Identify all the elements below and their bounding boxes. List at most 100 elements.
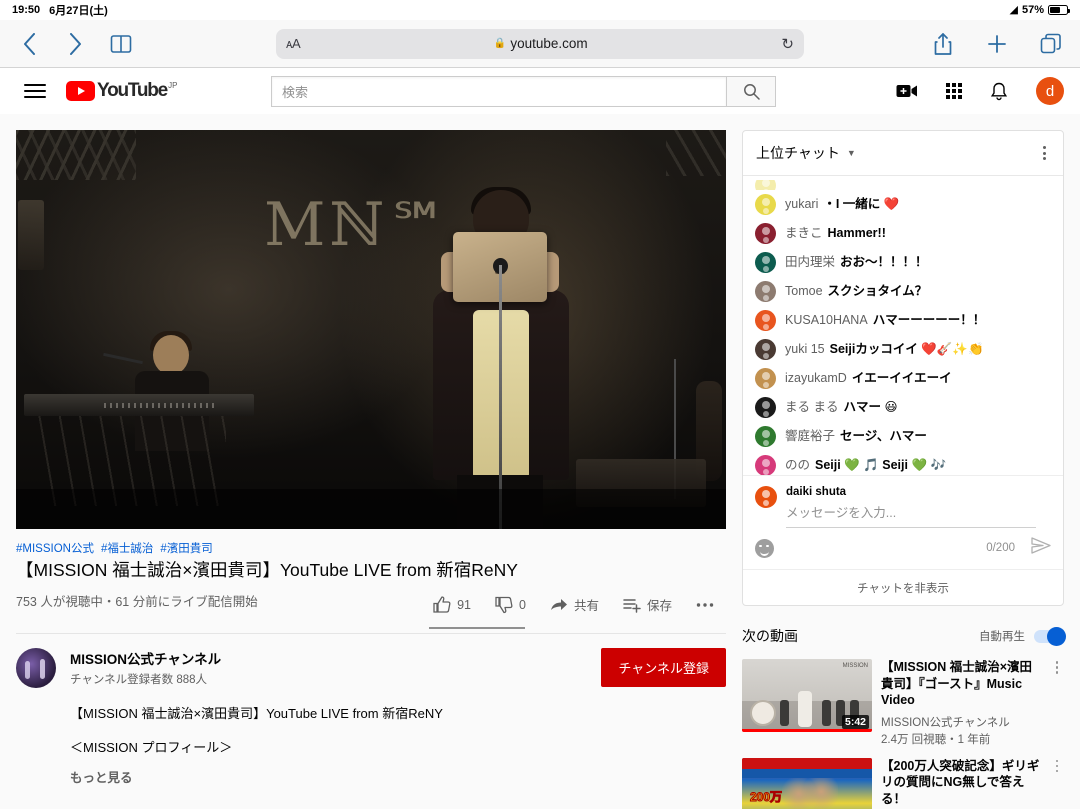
youtube-logo[interactable]: YouTube JP	[66, 81, 177, 101]
url-text: youtube.com	[510, 36, 588, 51]
wifi-icon: ◢	[1009, 3, 1018, 16]
more-actions-button[interactable]	[684, 591, 726, 619]
chat-message-body: スクショタイム？	[827, 283, 928, 298]
status-date: 6月27日(土)	[49, 5, 108, 17]
chat-author-name: Tomoe	[785, 283, 823, 298]
channel-avatar[interactable]	[16, 647, 56, 688]
plus-icon[interactable]	[984, 31, 1010, 57]
address-bar-center: 🔒 youtube.com	[300, 36, 781, 51]
chat-author-name: のの	[785, 457, 811, 472]
video-camera-icon[interactable]	[896, 83, 918, 99]
up-next-header: 次の動画 自動再生	[742, 624, 1066, 648]
thumbs-up-icon	[433, 596, 451, 613]
chat-message-text: 響庭裕子 セージ、ハマー	[785, 429, 927, 445]
channel-row: MISSION公式チャンネル チャンネル登録者数 888人 チャンネル登録	[16, 634, 726, 688]
book-icon[interactable]	[108, 31, 134, 57]
stage-speaker	[18, 200, 44, 270]
chat-author-avatar[interactable]	[755, 194, 776, 215]
video-action-buttons: 91 0 共有 保存	[421, 591, 726, 629]
chat-author-avatar[interactable]	[755, 426, 776, 447]
chat-author-avatar[interactable]	[755, 368, 776, 389]
chat-message-body: Seijiカッコイイ ❤️🎸✨👏	[829, 341, 984, 356]
hamburger-menu-icon[interactable]	[24, 84, 46, 98]
search-input[interactable]: 検索	[271, 75, 726, 107]
chat-author-name: 田内理栄	[785, 254, 836, 269]
avatar[interactable]: d	[1036, 77, 1064, 105]
chat-mode-label[interactable]: 上位チャット	[756, 143, 840, 163]
autoplay-toggle[interactable]	[1034, 626, 1066, 646]
chat-author-avatar[interactable]	[755, 455, 776, 475]
chat-message-text	[785, 180, 790, 190]
hashtag-0[interactable]: #MISSION公式	[16, 540, 94, 556]
hashtag-2[interactable]: #濱田貴司	[160, 540, 212, 556]
chat-author-avatar[interactable]	[755, 180, 776, 190]
chat-message-body: Hammer!!	[827, 225, 886, 240]
user-avatar[interactable]	[755, 486, 777, 508]
dislike-count: 0	[519, 597, 526, 612]
chat-author-avatar[interactable]	[755, 281, 776, 302]
chat-message-body: セージ、ハマー	[840, 428, 927, 443]
channel-subscriber-count: チャンネル登録者数 888人	[70, 673, 208, 686]
chevron-down-icon[interactable]: ▼	[847, 148, 856, 158]
chat-menu-icon[interactable]	[1039, 142, 1050, 164]
subscribe-button[interactable]: チャンネル登録	[601, 647, 726, 687]
list-item[interactable]: 200万 18:31 【200万人突破記念】ギリギリの質問にNG無しで答える！ …	[742, 757, 1064, 809]
chat-user-name: daiki shuta	[786, 486, 847, 498]
live-chat-header: 上位チャット ▼	[743, 131, 1063, 176]
emoji-smiley-icon[interactable]	[755, 538, 774, 558]
more-vertical-icon[interactable]	[1050, 659, 1064, 747]
address-bar[interactable]: ᴀA 🔒 youtube.com ↻	[276, 28, 804, 59]
search-button[interactable]	[726, 75, 776, 107]
share-label: 共有	[573, 599, 599, 614]
chat-author-avatar[interactable]	[755, 339, 776, 360]
chat-message-body: ・I 一緒に ❤️	[823, 196, 900, 211]
bell-icon[interactable]	[990, 82, 1008, 101]
keyboard-instrument	[24, 394, 254, 416]
stage-floor	[16, 489, 726, 529]
more-vertical-icon[interactable]	[1050, 758, 1064, 809]
text-size-button[interactable]: ᴀA	[286, 36, 301, 51]
video-player[interactable]: Mℕ℠	[16, 130, 726, 529]
save-button[interactable]: 保存	[611, 591, 684, 619]
chat-author-name: KUSA10HANA	[785, 312, 868, 327]
list-item[interactable]: MISSION 5:42 【MISSION 福士誠治×濱田貴司】『ゴースト』Mu…	[742, 659, 1064, 747]
back-chevron-icon[interactable]	[16, 31, 42, 57]
browser-nav-icons	[16, 31, 134, 57]
chat-message-list[interactable]: yukari ・I 一緒に ❤️ まきこ Hammer!! 田内理栄 おお〜！！！！ Tom…	[743, 176, 1063, 475]
stage-truss-left	[16, 130, 136, 180]
show-more-button[interactable]: もっと見る	[70, 767, 726, 786]
status-right: ◢ 57%	[1009, 3, 1070, 16]
chat-message-text: izayukamD イエーイイエーイ	[785, 371, 952, 387]
chat-message-text: のの Seiji 💚 🎵 Seiji 💚 🎶	[785, 458, 946, 474]
reload-icon[interactable]: ↻	[781, 35, 794, 53]
share-icon[interactable]	[930, 31, 956, 57]
tabs-icon[interactable]	[1038, 31, 1064, 57]
forward-chevron-icon[interactable]	[62, 31, 88, 57]
chat-input-row: daiki shuta メッセージを入力...	[755, 486, 1051, 528]
page-body: Mℕ℠ #MISSION公式 #福士誠治 #濱田貴司 【MISSION 福士誠治…	[0, 114, 1080, 809]
dislike-button[interactable]: 0	[483, 591, 538, 619]
send-paper-plane-icon[interactable]	[1031, 537, 1051, 559]
search-icon	[743, 83, 760, 100]
more-horizontal-icon	[696, 603, 714, 607]
chat-author-avatar[interactable]	[755, 223, 776, 244]
video-duration: 5:42	[841, 715, 869, 729]
like-ratio-bar	[429, 626, 526, 629]
chat-author-name: yuki 15	[785, 341, 825, 356]
chat-author-avatar[interactable]	[755, 397, 776, 418]
search-placeholder: 検索	[282, 84, 309, 100]
hashtag-1[interactable]: #福士誠治	[101, 540, 153, 556]
chat-input-zone: daiki shuta メッセージを入力... 0/200	[743, 475, 1063, 569]
hide-chat-button[interactable]: チャットを非表示	[743, 569, 1063, 605]
apps-grid-icon[interactable]	[946, 83, 962, 99]
chat-author-avatar[interactable]	[755, 310, 776, 331]
like-button[interactable]: 91	[421, 591, 483, 619]
chat-message-input[interactable]: メッセージを入力...	[786, 502, 1036, 528]
chat-author-avatar[interactable]	[755, 252, 776, 273]
channel-name[interactable]: MISSION公式チャンネル	[70, 648, 221, 668]
battery-icon	[1048, 5, 1070, 15]
video-thumbnail[interactable]: MISSION 5:42	[742, 659, 872, 732]
chat-message: 田内理栄 おお〜！！！！	[743, 248, 1063, 277]
share-button[interactable]: 共有	[538, 591, 611, 619]
video-thumbnail[interactable]: 200万 18:31	[742, 757, 872, 809]
